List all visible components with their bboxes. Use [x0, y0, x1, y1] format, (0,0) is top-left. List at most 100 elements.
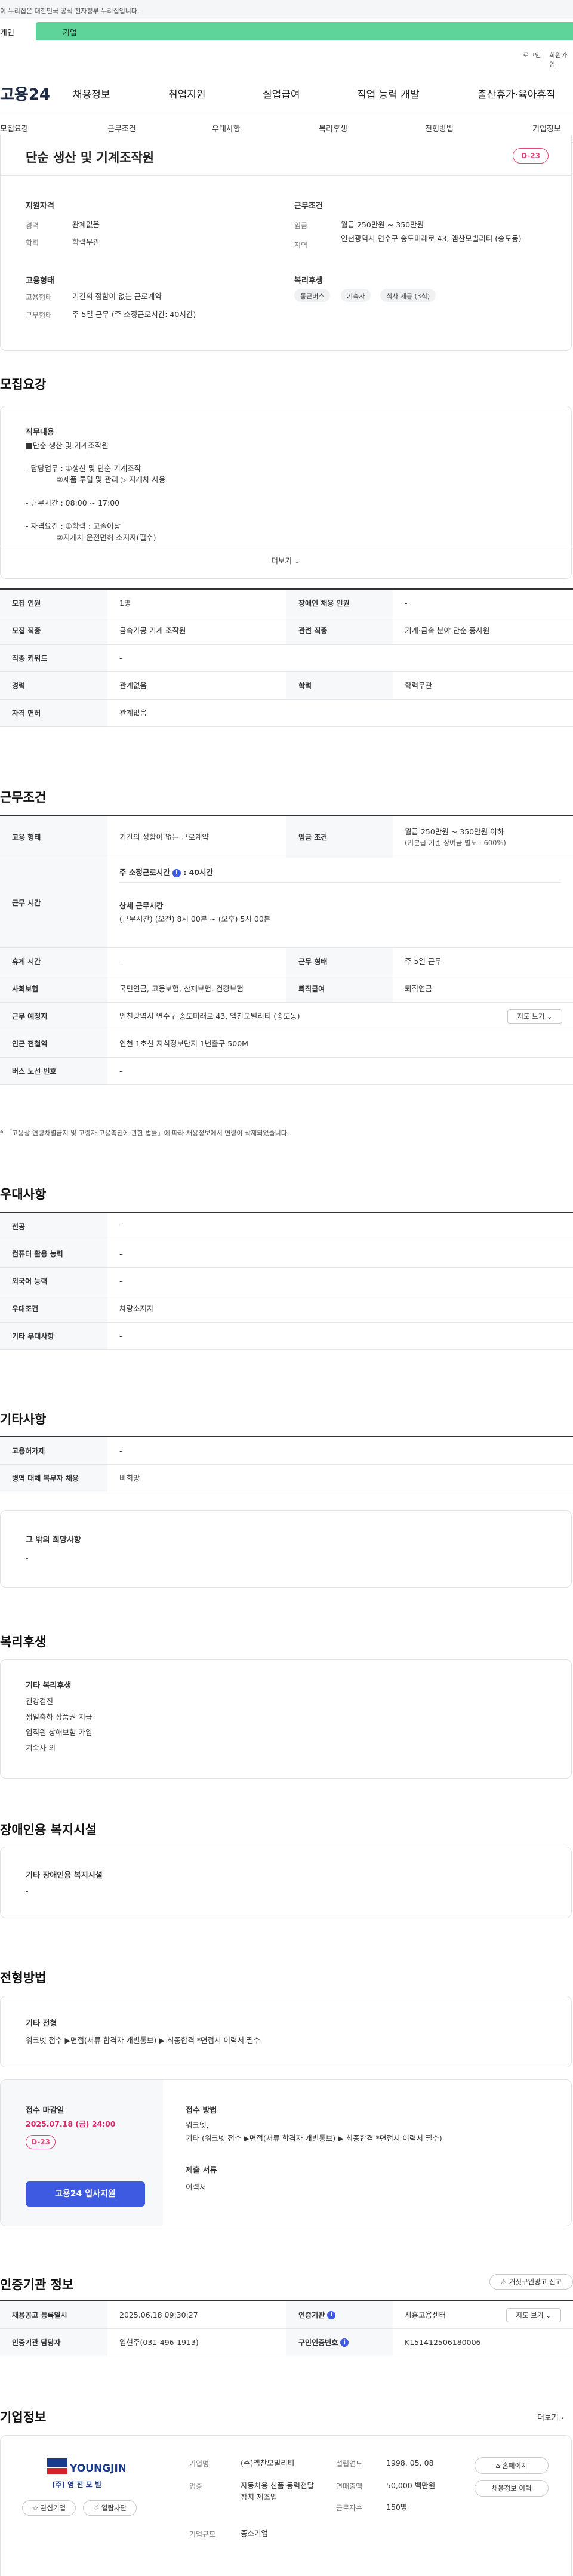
duty-card: 직무내용 ■단순 생산 및 기계조작원 - 담당업무 : ①생산 및 단순 기계… [0, 406, 572, 579]
pref-section-title: 우대사항 [0, 1187, 47, 1201]
welfare-section-title: 복리후생 [0, 1635, 47, 1649]
job-history-button[interactable]: 채용정보 이력 [475, 2480, 549, 2497]
age-footnote: * 「고용상 연령차별금지 및 고령자 고용촉진에 관한 법률」에 따라 채용정… [0, 1129, 289, 1137]
pref-table: 전공 - 컴퓨터 활용 능력 - 외국어 능력 - 우대조건 차량소지자 기타 우대사항… [0, 1212, 573, 1350]
table-cell: 기계·금속 분야 단순 종사원 [405, 626, 490, 635]
anchor-pref[interactable]: 우대사항 [212, 122, 241, 134]
table-header: 컴퓨터 활용 능력 [0, 1240, 107, 1267]
other-card: 그 밖의 희망사항 - [0, 1510, 572, 1588]
table-header: 고용허가제 [0, 1437, 107, 1464]
sales-label: 연매출액 [336, 2482, 363, 2491]
cond-heading: 근무조건 [294, 202, 323, 211]
table-header: 경력 [0, 672, 107, 699]
anchor-work[interactable]: 근무조건 [107, 122, 136, 134]
info-icon[interactable]: i [340, 2338, 349, 2347]
table-cell: - [119, 957, 122, 966]
company-name-label: 기업명 [189, 2460, 210, 2468]
table-row: 버스 노선 번호 - [0, 1058, 573, 1085]
etc-table: 고용허가제 - 병역 대체 복무자 채용 비희망 [0, 1436, 573, 1492]
wage-line: (기본급 기준 상여금 별도 : 600%) [405, 838, 506, 847]
area-label: 지역 [294, 241, 308, 249]
homepage-button[interactable]: ⌂ 홈페이지 [475, 2457, 549, 2474]
nav-employment-support[interactable]: 취업지원 [168, 86, 206, 101]
company-more-link[interactable]: 더보기 › [537, 2411, 564, 2423]
welfare-line: 생일축하 상품권 지급 [26, 1712, 93, 1721]
agency-name: 시흥고용센터 [405, 2310, 446, 2319]
more-button[interactable]: 더보기 ⌄ [1, 554, 571, 566]
selection-value: 워크넷 접수 ▶면접(서류 합격자 개별통보) ▶ 최종합격 *면접시 이력서 … [26, 2036, 260, 2045]
etc-section-title: 기타사항 [0, 1412, 47, 1426]
docs-heading: 제출 서류 [186, 2166, 217, 2175]
report-button[interactable]: ⚠ 거짓구인광고 신고 [489, 2274, 573, 2290]
founded-value: 1998. 05. 08 [386, 2458, 434, 2467]
welfare-pill: 식사 제공 (3식) [380, 289, 436, 302]
table-row: 병역 대체 복무자 채용 비희망 [0, 1465, 573, 1492]
hours-weekly-label: 주 소정근로시간 [119, 868, 170, 877]
table-cell: - [119, 1332, 122, 1341]
anchor-welfare[interactable]: 복리후생 [319, 122, 347, 134]
table-header: 학력 [286, 672, 393, 699]
duty-line: - 자격요건 : ①학력 : 고졸이상 [26, 522, 121, 531]
hours-detail-head: 상세 근무시간 [119, 901, 164, 910]
selection-card: 기타 전형 워크넷 접수 ▶면접(서류 합격자 개별통보) ▶ 최종합격 *면접… [0, 1996, 572, 2067]
table-cell: - [405, 599, 408, 608]
table-cell: 주 5일 근무 [405, 957, 442, 966]
anchor-recruit[interactable]: 모집요강 [0, 122, 29, 134]
signup-link[interactable]: 회원가입 [549, 50, 573, 69]
wage-label: 임금 [294, 221, 308, 230]
report-button-label: 거짓구인광고 신고 [509, 2278, 562, 2286]
employees-label: 근로자수 [336, 2504, 363, 2512]
tab-personal[interactable]: 개인 [0, 22, 36, 40]
table-header: 인증기관 i [286, 2301, 393, 2328]
table-header: 인근 전철역 [0, 1030, 107, 1057]
block-company-button[interactable]: ♡ 열람차단 [83, 2500, 137, 2516]
table-row: 직종 키워드 - [0, 645, 573, 672]
welfare-detail-heading: 기타 복리후생 [26, 1681, 72, 1690]
table-row: 전공 - [0, 1213, 573, 1240]
info-icon[interactable]: i [327, 2310, 336, 2319]
table-header: 구인인증번호 i [286, 2329, 393, 2356]
disabled-section-title: 장애인용 복지시설 [0, 1823, 97, 1837]
table-cell: K151412506180006 [405, 2338, 481, 2347]
nav-leave[interactable]: 출산휴가·육아휴직 [478, 86, 556, 101]
nav-unemployment[interactable]: 실업급여 [263, 86, 300, 101]
table-header: 병역 대체 복무자 채용 [0, 1465, 107, 1492]
info-icon[interactable]: i [172, 868, 181, 877]
edu-value: 학력무관 [72, 238, 100, 246]
workplace-address: 인천광역시 연수구 송도미래로 43, 엠찬모빌리티 (송도동) [119, 1012, 300, 1021]
tab-company[interactable]: 기업 [36, 22, 573, 40]
siren-icon: ⚠ [500, 2278, 507, 2286]
table-row: 컴퓨터 활용 능력 - [0, 1240, 573, 1268]
table-header: 근무 예정지 [0, 1003, 107, 1030]
user-type-tabs: 개인 기업 [0, 19, 573, 45]
table-cell: 관계없음 [119, 708, 147, 717]
other-heading: 그 밖의 희망사항 [26, 1536, 81, 1545]
gov-banner-text: 이 누리집은 대한민국 공식 전자정부 누리집입니다. [0, 7, 140, 15]
deadline-value: 2025.07.18 (금) 24:00 [26, 2119, 116, 2128]
nav-jobs[interactable]: 채용정보 [73, 86, 110, 101]
map-button[interactable]: 지도 보기 ⌄ [506, 2308, 561, 2322]
apply-button[interactable]: 고용24 입사지원 [26, 2181, 145, 2207]
map-button[interactable]: 지도 보기 ⌄ [507, 1009, 562, 1024]
site-logo[interactable]: 고용24 [0, 82, 50, 104]
favorite-company-button[interactable]: ☆ 관심기업 [22, 2500, 76, 2516]
nav-training[interactable]: 직업 능력 개발 [357, 86, 420, 101]
table-row: 모집 직종 금속가공 기계 조작원 관련 직종 기계·금속 분야 단순 종사원 [0, 617, 573, 645]
other-value: - [26, 1554, 29, 1563]
wage-value: 월급 250만원 ~ 350만원 [341, 220, 424, 229]
login-link[interactable]: 로그인 [523, 50, 541, 60]
table-cell: 월급 250만원 ~ 350만원 이하 (기본급 기준 상여금 별도 : 600… [393, 816, 573, 858]
selection-heading: 기타 전형 [26, 2019, 57, 2028]
table-header: 임금 조건 [286, 816, 393, 858]
anchor-company[interactable]: 기업정보 [532, 122, 561, 134]
table-header: 외국어 능력 [0, 1268, 107, 1295]
divider [1, 175, 571, 176]
anchor-selection[interactable]: 전형방법 [425, 122, 454, 134]
table-row: 외국어 능력 - [0, 1268, 573, 1295]
table-row: 고용 형태 기간의 정함이 없는 근로계약 임금 조건 월급 250만원 ~ 3… [0, 816, 573, 858]
table-cell: 퇴직연금 [405, 984, 433, 993]
table-cell: 관계없음 [119, 681, 147, 690]
company-name-value: (주)엠찬모빌리티 [241, 2458, 295, 2467]
table-row: 인근 전철역 인천 1호선 지식정보단지 1번출구 500M [0, 1030, 573, 1058]
table-cell: - [119, 654, 122, 663]
